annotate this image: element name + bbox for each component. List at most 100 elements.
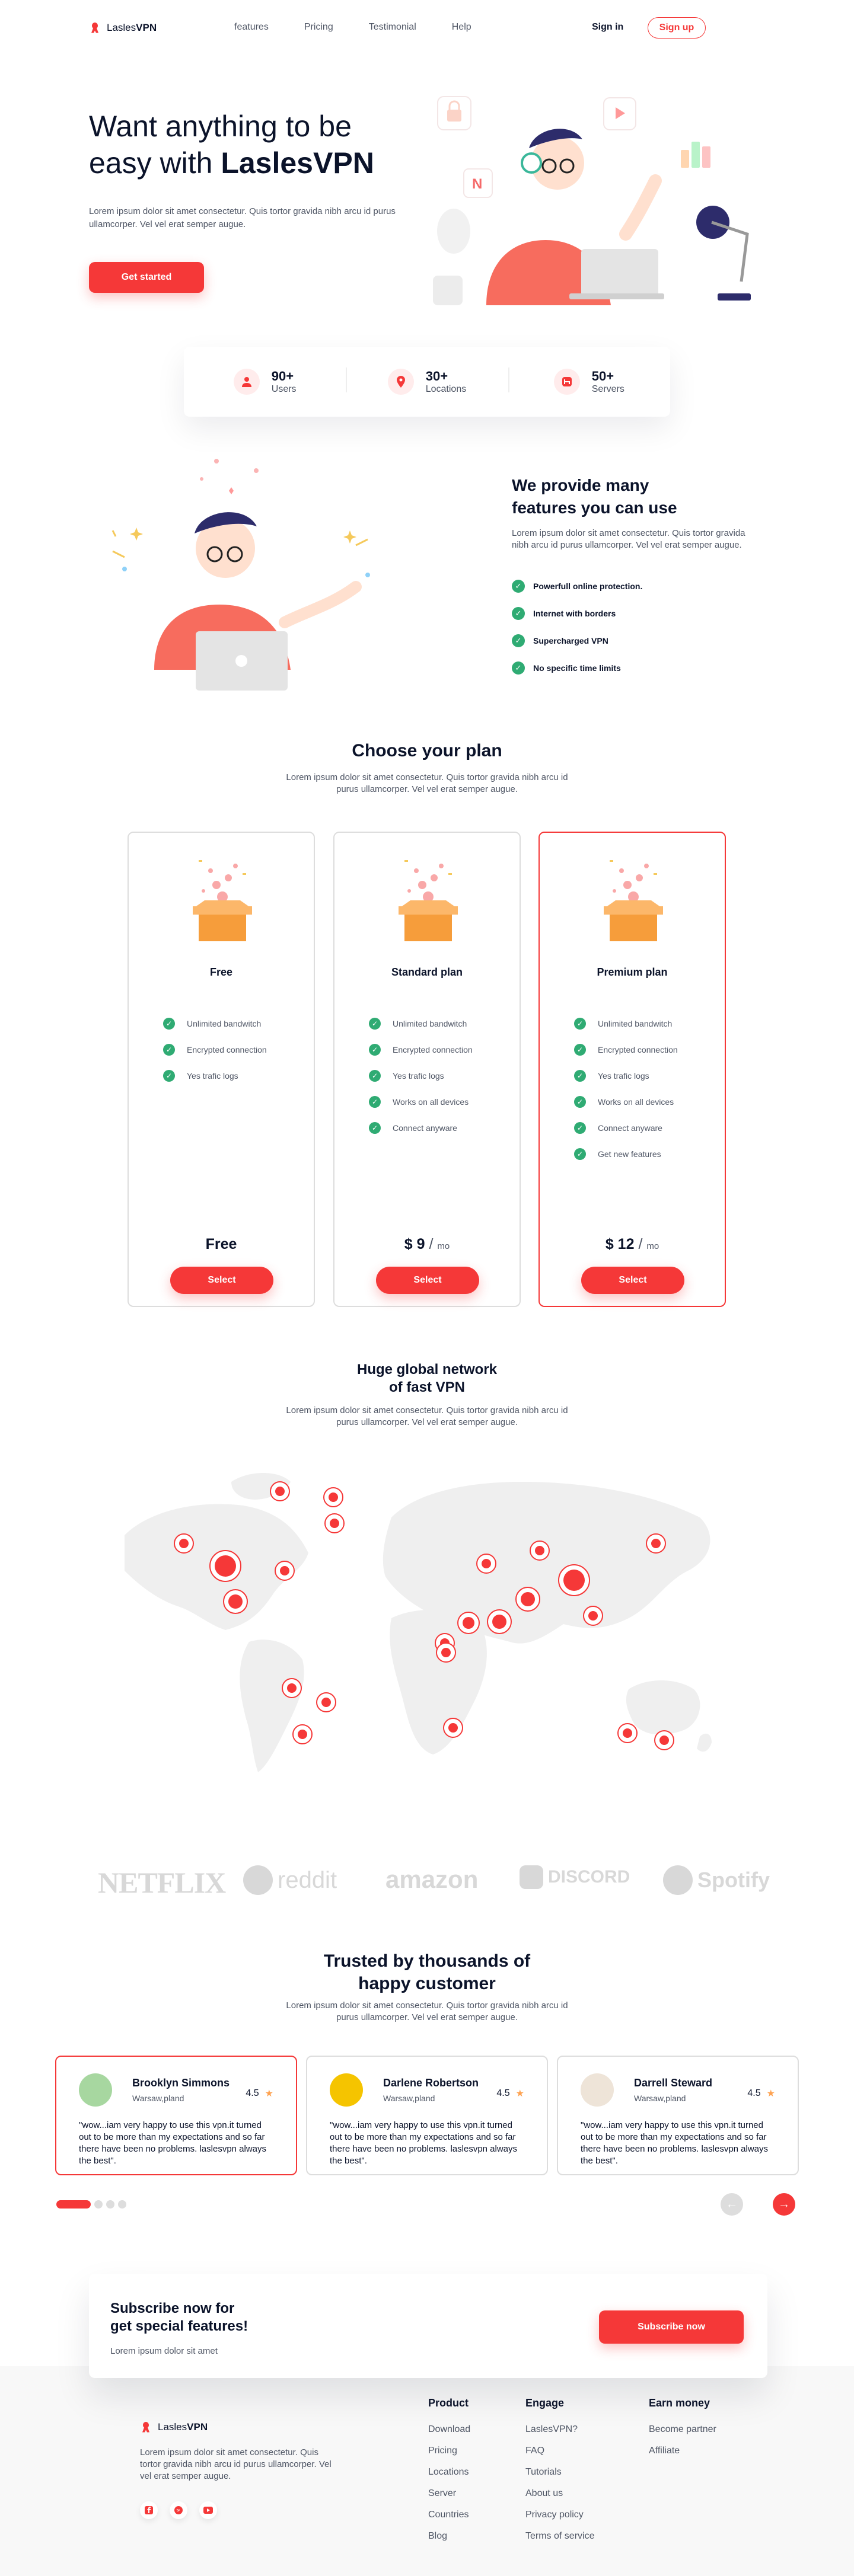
server-pin <box>457 1612 480 1634</box>
testimonials-text-line1: Lorem ipsum dolor sit amet consectetur. … <box>286 2000 568 2011</box>
signin-link[interactable]: Sign in <box>592 22 623 33</box>
server-pin <box>646 1533 666 1554</box>
footer-link[interactable]: Become partner <box>649 2419 716 2440</box>
testimonials-text: Lorem ipsum dolor sit amet consectetur. … <box>0 2000 854 2024</box>
features-illustration <box>111 459 370 691</box>
footer-link[interactable]: Locations <box>428 2462 470 2483</box>
footer <box>0 2366 854 2576</box>
server-pin <box>292 1724 313 1744</box>
reviewer-location: Warsaw,pland <box>383 2094 435 2103</box>
testimonials-text-line2: purus ullamcorper. Vel vel erat semper a… <box>336 2012 518 2022</box>
rating-value: 4.5 <box>246 2088 259 2098</box>
youtube-icon[interactable] <box>199 2501 217 2519</box>
footer-link[interactable]: Tutorials <box>525 2462 594 2483</box>
footer-link[interactable]: Download <box>428 2419 470 2440</box>
footer-link[interactable]: Blog <box>428 2526 470 2547</box>
features-title-line2: features you can use <box>512 498 677 517</box>
carousel-next-button[interactable]: → <box>773 2193 795 2216</box>
footer-link[interactable]: Affiliate <box>649 2440 716 2462</box>
footer-brand-name: LaslesVPN <box>158 2421 208 2433</box>
server-pin <box>270 1481 290 1501</box>
twitter-icon[interactable] <box>170 2501 187 2519</box>
footer-logo[interactable]: LaslesVPN <box>140 2421 208 2434</box>
get-started-button[interactable]: Get started <box>89 262 204 293</box>
reviewer-name: Darlene Robertson <box>383 2077 479 2089</box>
testimonial-card[interactable]: Darlene Robertson Warsaw,pland 4.5 ★ "wow… <box>306 2056 548 2175</box>
subscribe-text: Lorem ipsum dolor sit amet <box>110 2346 218 2356</box>
brand-netflix: NETFLIX <box>98 1865 226 1900</box>
footer-link[interactable]: Countries <box>428 2504 470 2526</box>
nav-link-pricing[interactable]: Pricing <box>304 22 333 33</box>
check-icon: ✓ <box>369 1018 381 1030</box>
plan-feature-label: Unlimited bandwitch <box>393 1019 467 1028</box>
footer-link[interactable]: FAQ <box>525 2440 594 2462</box>
hero-title-brand: LaslesVPN <box>221 146 374 180</box>
carousel-dot-active[interactable] <box>56 2200 91 2209</box>
server-pin <box>583 1606 603 1626</box>
feature-item-label: Supercharged VPN <box>533 636 608 645</box>
plan-card-standard[interactable]: Standard plan ✓ Unlimited bandwitch ✓ Encr… <box>333 832 521 1307</box>
footer-link[interactable]: Terms of service <box>525 2526 594 2547</box>
carousel-prev-button[interactable]: ← <box>721 2193 743 2216</box>
plan-name: Standard plan <box>391 966 463 978</box>
plan-card-free[interactable]: Free ✓ Unlimited bandwitch ✓ Encrypted con… <box>128 832 315 1307</box>
plan-price-period: mo <box>437 1241 450 1251</box>
footer-link[interactable]: Server <box>428 2483 470 2504</box>
hero-title-line1: Want anything to be <box>89 110 352 143</box>
star-icon: ★ <box>515 2089 524 2099</box>
avatar <box>330 2073 363 2107</box>
features-title-line1: We provide many <box>512 476 649 494</box>
brand-logo[interactable]: LaslesVPN <box>89 21 157 34</box>
avatar <box>581 2073 614 2107</box>
plan-card-premium[interactable]: Premium plan ✓ Unlimited bandwitch ✓ Encry… <box>538 832 726 1307</box>
rating-value: 4.5 <box>496 2088 510 2098</box>
footer-column-product: Product Download Pricing Locations Serve… <box>428 2397 470 2547</box>
social-links <box>140 2501 217 2519</box>
footer-link[interactable]: Pricing <box>428 2440 470 2462</box>
footer-column-title: Engage <box>525 2397 565 2409</box>
carousel-dot[interactable] <box>106 2200 114 2209</box>
testimonial-card[interactable]: Brooklyn Simmons Warsaw,pland 4.5 ★ "wow.… <box>55 2056 297 2175</box>
footer-link[interactable]: About us <box>525 2483 594 2504</box>
carousel-dot[interactable] <box>94 2200 103 2209</box>
plan-price-value: Free <box>205 1236 237 1252</box>
subscribe-button[interactable]: Subscribe now <box>599 2310 744 2344</box>
arrow-left-icon: ← <box>726 2197 738 2211</box>
select-plan-button[interactable]: Select <box>581 1267 684 1294</box>
select-plan-button[interactable]: Select <box>376 1267 479 1294</box>
facebook-icon[interactable] <box>140 2501 158 2519</box>
nav-link-help[interactable]: Help <box>452 22 471 33</box>
stat-locations-label: Locations <box>425 384 467 394</box>
check-icon: ✓ <box>574 1018 586 1030</box>
star-icon: ★ <box>766 2089 775 2099</box>
nav-link-features[interactable]: features <box>234 22 269 33</box>
server-pin <box>476 1554 496 1574</box>
nav-links: features Pricing Testimonial Help <box>234 22 507 33</box>
plan-features: ✓ Unlimited bandwitch ✓ Encrypted connecti… <box>574 1011 678 1167</box>
features-list: ✓ Powerfull online protection. ✓ Internet … <box>512 580 642 689</box>
footer-link[interactable]: LaslesVPN? <box>525 2419 594 2440</box>
features-title: We provide many features you can use <box>512 474 677 519</box>
testimonial-card[interactable]: Darrell Steward Warsaw,pland 4.5 ★ "wow..… <box>557 2056 799 2175</box>
plans-text-line1: Lorem ipsum dolor sit amet consectetur. … <box>286 772 568 782</box>
rating: 4.5 ★ <box>246 2088 273 2099</box>
carousel-dot[interactable] <box>118 2200 126 2209</box>
select-plan-button[interactable]: Select <box>170 1267 273 1294</box>
feature-item-label: Powerfull online protection. <box>533 581 643 591</box>
footer-link[interactable]: Privacy policy <box>525 2504 594 2526</box>
hero-title-line2: easy with <box>89 146 221 180</box>
brand-netflix-label: NETFLIX <box>98 1866 226 1899</box>
footer-column-title: Earn money <box>649 2397 710 2409</box>
server-pin <box>617 1723 638 1743</box>
plan-feature: ✓ Get new features <box>574 1129 678 1167</box>
nav-link-testimonial[interactable]: Testimonial <box>369 22 416 33</box>
signup-button[interactable]: Sign up <box>648 17 706 39</box>
hero-illustration: N <box>433 96 751 305</box>
check-icon: ✓ <box>574 1148 586 1160</box>
server-icon <box>553 369 580 395</box>
server-pin <box>174 1533 194 1554</box>
stat-servers: 50+ Servers <box>508 367 670 395</box>
plan-feature-label: Connect anyware <box>598 1123 662 1133</box>
server-pin <box>324 1513 345 1533</box>
carousel-dots <box>56 2200 126 2209</box>
